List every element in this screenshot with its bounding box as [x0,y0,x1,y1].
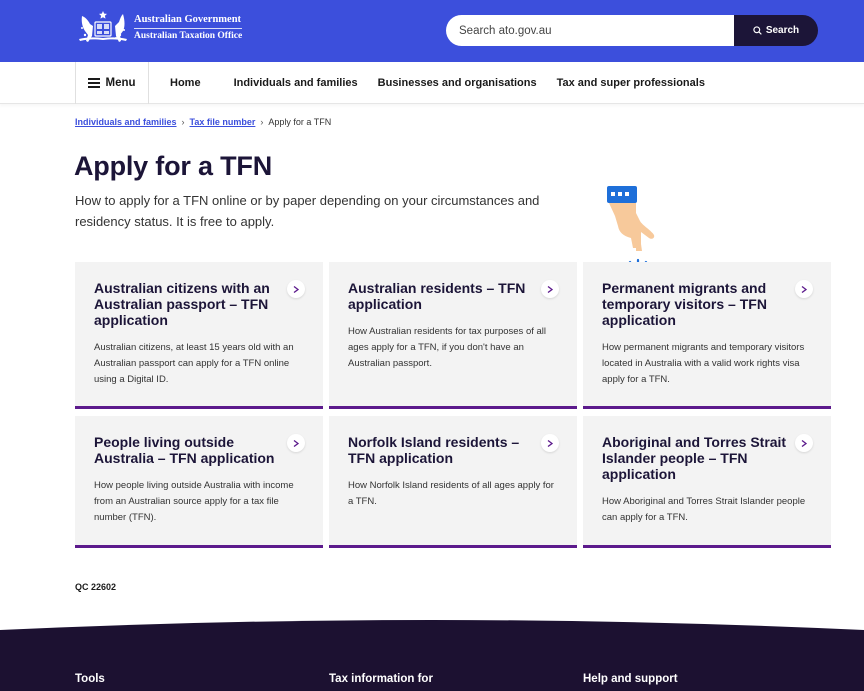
search-icon [753,26,762,35]
card-title: People living outside Australia – TFN ap… [94,434,275,466]
footer-heading-tax-info[interactable]: Tax information for [329,673,433,685]
chevron-right-icon[interactable] [541,434,559,452]
site-header: Australian Government Australian Taxatio… [0,0,864,62]
menu-button[interactable]: Menu [75,62,149,104]
chevron-right-icon[interactable] [287,434,305,452]
breadcrumb-individuals[interactable]: Individuals and families [75,117,177,127]
qc-code: QC 22602 [75,582,117,592]
card-title: Norfolk Island residents – TFN applicati… [348,434,520,466]
card-australian-residents[interactable]: Australian residents – TFN application H… [329,262,577,409]
chevron-right-icon[interactable] [541,280,559,298]
agency-name: Australian Taxation Office [134,27,243,42]
chevron-right-icon: › [260,117,264,127]
chevron-right-icon[interactable] [795,434,813,452]
card-australian-citizens[interactable]: Australian citizens with an Australian p… [75,262,323,409]
chevron-right-icon[interactable] [287,280,305,298]
footer-heading-tools[interactable]: Tools [75,673,105,685]
search-button[interactable]: Search [734,15,818,46]
footer-heading-help[interactable]: Help and support [583,673,678,685]
breadcrumb-current: Apply for a TFN [268,117,332,127]
nav-link-tax-professionals[interactable]: Tax and super professionals [557,77,705,89]
chevron-right-icon[interactable] [795,280,813,298]
breadcrumb-tfn[interactable]: Tax file number [190,117,256,127]
page-intro: How to apply for a TFN online or by pape… [75,193,540,229]
nav-link-businesses[interactable]: Businesses and organisations [378,77,537,89]
card-description: How Australian residents for tax purpose… [348,326,547,369]
nav-link-home[interactable]: Home [170,77,201,89]
breadcrumb: Individuals and families › Tax file numb… [75,117,331,127]
card-norfolk-island[interactable]: Norfolk Island residents – TFN applicati… [329,416,577,548]
search-input[interactable] [446,15,734,46]
card-description: How people living outside Australia with… [94,480,294,523]
chevron-right-icon: › [181,117,185,127]
menu-label: Menu [105,77,136,89]
card-permanent-migrants[interactable]: Permanent migrants and temporary visitor… [583,262,831,409]
card-description: How Aboriginal and Torres Strait Islande… [602,496,806,523]
hamburger-icon [88,78,101,88]
coat-of-arms-icon [79,11,127,42]
page-title: Apply for a TFN [74,151,272,181]
card-description: Australian citizens, at least 15 years o… [94,342,294,385]
card-living-outside-australia[interactable]: People living outside Australia – TFN ap… [75,416,323,548]
card-description: How Norfolk Island residents of all ages… [348,480,554,507]
gov-name: Australian Government [134,13,242,25]
card-grid: Australian citizens with an Australian p… [75,262,831,548]
ato-logo[interactable]: Australian Government Australian Taxatio… [76,8,243,46]
card-title: Australian citizens with an Australian p… [94,280,270,328]
main-nav: Menu Home Individuals and families Busin… [0,62,864,104]
search-button-label: Search [765,25,800,36]
search-bar: Search [446,15,818,46]
card-aboriginal-torres-strait[interactable]: Aboriginal and Torres Strait Islander pe… [583,416,831,548]
card-title: Aboriginal and Torres Strait Islander pe… [602,434,787,482]
card-title: Australian residents – TFN application [348,280,526,312]
card-title: Permanent migrants and temporary visitor… [602,280,767,328]
nav-link-individuals[interactable]: Individuals and families [234,77,358,89]
card-description: How permanent migrants and temporary vis… [602,342,805,385]
